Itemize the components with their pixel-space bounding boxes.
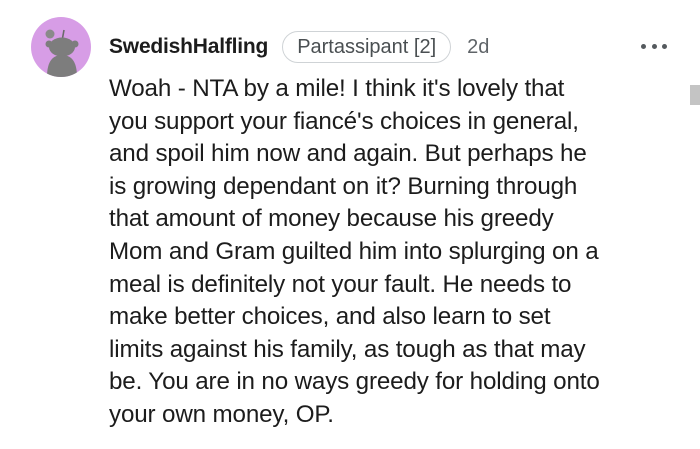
more-options-button[interactable]: [641, 38, 667, 54]
comment-line: that amount of money because his greedy: [109, 205, 554, 233]
scrollbar-thumb[interactable]: [690, 85, 700, 105]
comment-line: be. You are in no ways greedy for holdin…: [109, 368, 600, 396]
comment-age: 2d: [467, 35, 490, 58]
overflow-menu-icon-dot: [662, 43, 667, 49]
comment-line: is growing dependant on it? Burning thro…: [109, 172, 578, 200]
comment-body: Woah - NTA by a mile! I think it's lovel…: [109, 73, 684, 432]
comment-line: meal is definitely not your fault. He ne…: [109, 270, 572, 298]
overflow-menu-icon: [641, 43, 646, 49]
comment-line: Woah - NTA by a mile! I think it's lovel…: [109, 75, 565, 102]
comment-header: SwedishHalfling Partassipant [2] 2d: [109, 31, 489, 63]
comment-line: and spoil him now and again. But perhaps…: [109, 140, 587, 168]
user-flair: Partassipant [2]: [282, 31, 452, 63]
comment: SwedishHalfling Partassipant [2] 2d Woah…: [0, 0, 700, 449]
comment-line: your own money, OP.: [109, 400, 334, 428]
comment-line: you support your fiancé's choices in gen…: [109, 107, 579, 135]
snoo-icon: [45, 29, 79, 77]
username[interactable]: SwedishHalfling: [109, 35, 268, 59]
overflow-menu-icon-dot: [651, 43, 657, 49]
comment-line: limits against his family, as tough as t…: [109, 335, 586, 363]
comment-line: make better choices, and also learn to s…: [109, 303, 551, 331]
user-avatar[interactable]: [31, 17, 91, 77]
comment-line: Mom and Gram guilted him into splurging …: [109, 237, 599, 265]
